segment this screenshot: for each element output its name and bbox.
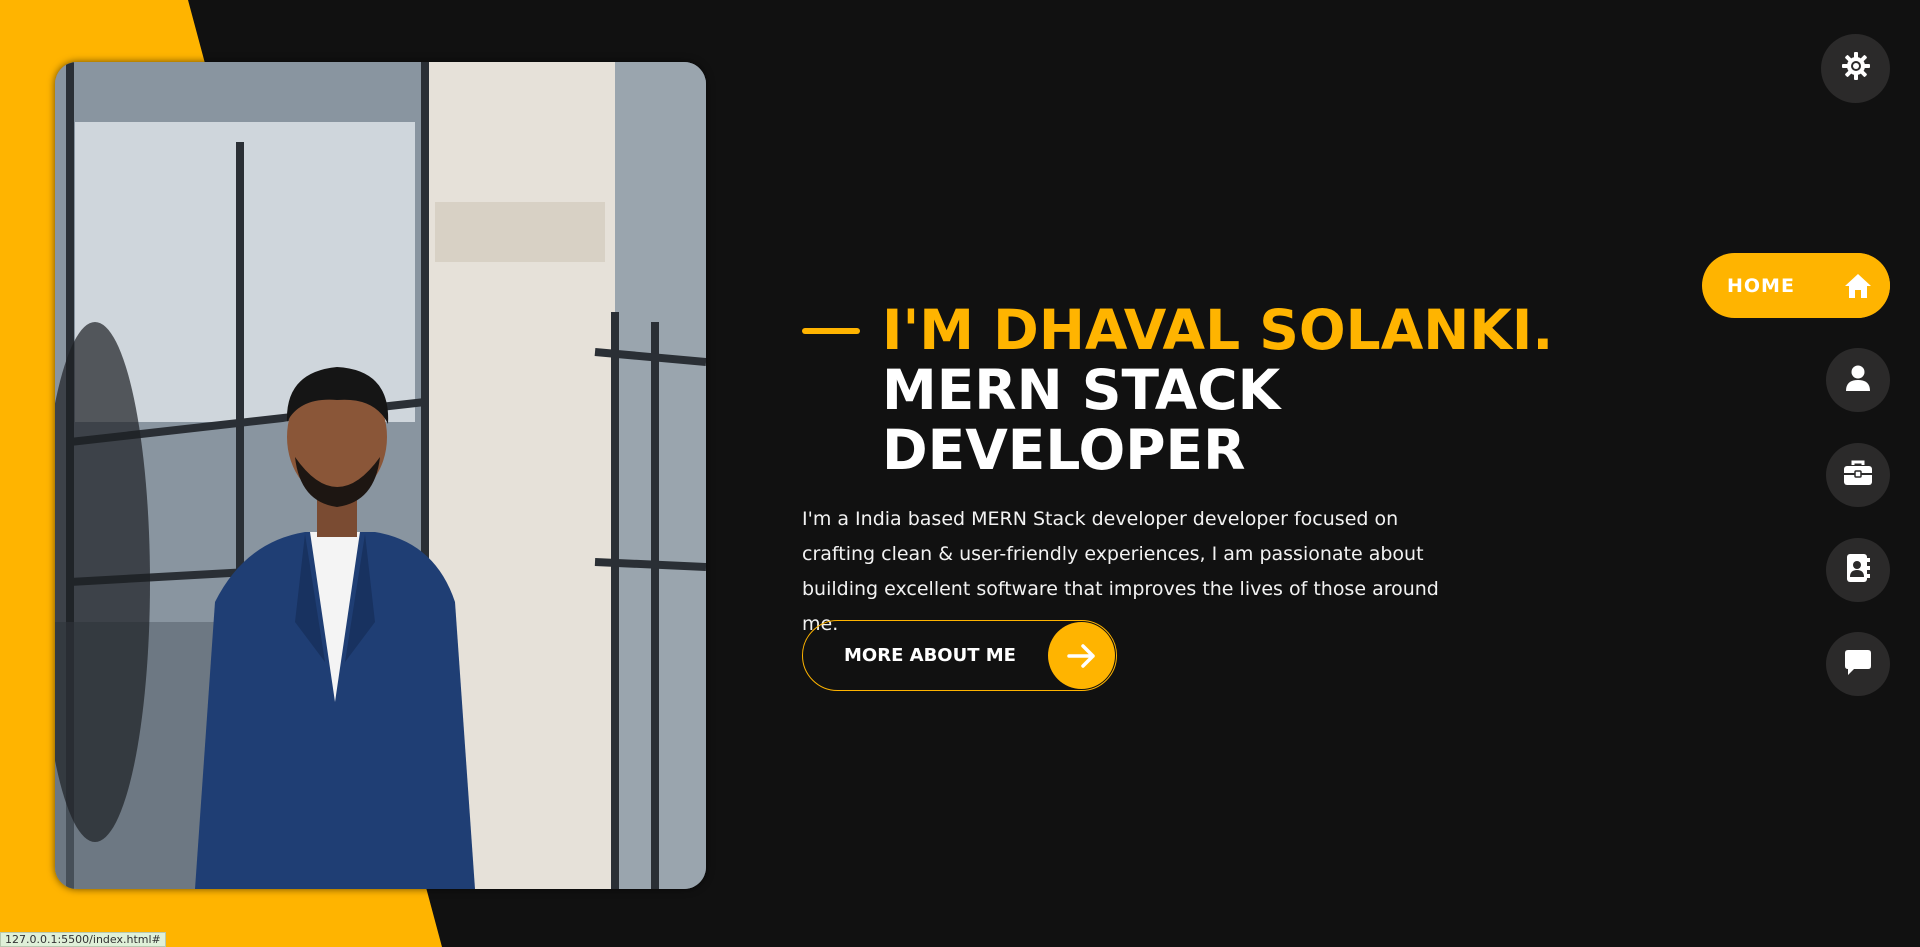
nav-about-button[interactable] <box>1826 348 1890 412</box>
chat-icon <box>1844 648 1872 681</box>
user-icon <box>1845 364 1871 397</box>
more-about-me-label: MORE ABOUT ME <box>844 645 1016 666</box>
briefcase-icon <box>1843 460 1873 491</box>
arrow-right-icon <box>1048 622 1115 689</box>
hero-role: MERN STACK DEVELOPER <box>882 358 1281 482</box>
home-icon <box>1825 253 1890 318</box>
browser-status-url: 127.0.0.1:5500/index.html# <box>0 932 166 947</box>
hero-section: I'M DHAVAL SOLANKI. MERN STACK DEVELOPER… <box>802 300 1622 642</box>
nav-contact-button[interactable] <box>1826 538 1890 602</box>
hero-name: I'M DHAVAL SOLANKI. <box>882 298 1554 362</box>
address-book-icon <box>1845 553 1871 588</box>
nav-blog-button[interactable] <box>1826 632 1890 696</box>
theme-toggle-button[interactable] <box>1821 34 1890 103</box>
profile-photo <box>55 62 706 889</box>
title-accent-dash <box>802 328 860 334</box>
nav-home-button[interactable]: HOME <box>1702 253 1890 318</box>
sun-gear-icon <box>1841 51 1871 86</box>
hero-title: I'M DHAVAL SOLANKI. MERN STACK DEVELOPER <box>802 300 1622 480</box>
more-about-me-button[interactable]: MORE ABOUT ME <box>802 620 1117 691</box>
nav-portfolio-button[interactable] <box>1826 443 1890 507</box>
nav-home-label: HOME <box>1727 274 1795 297</box>
